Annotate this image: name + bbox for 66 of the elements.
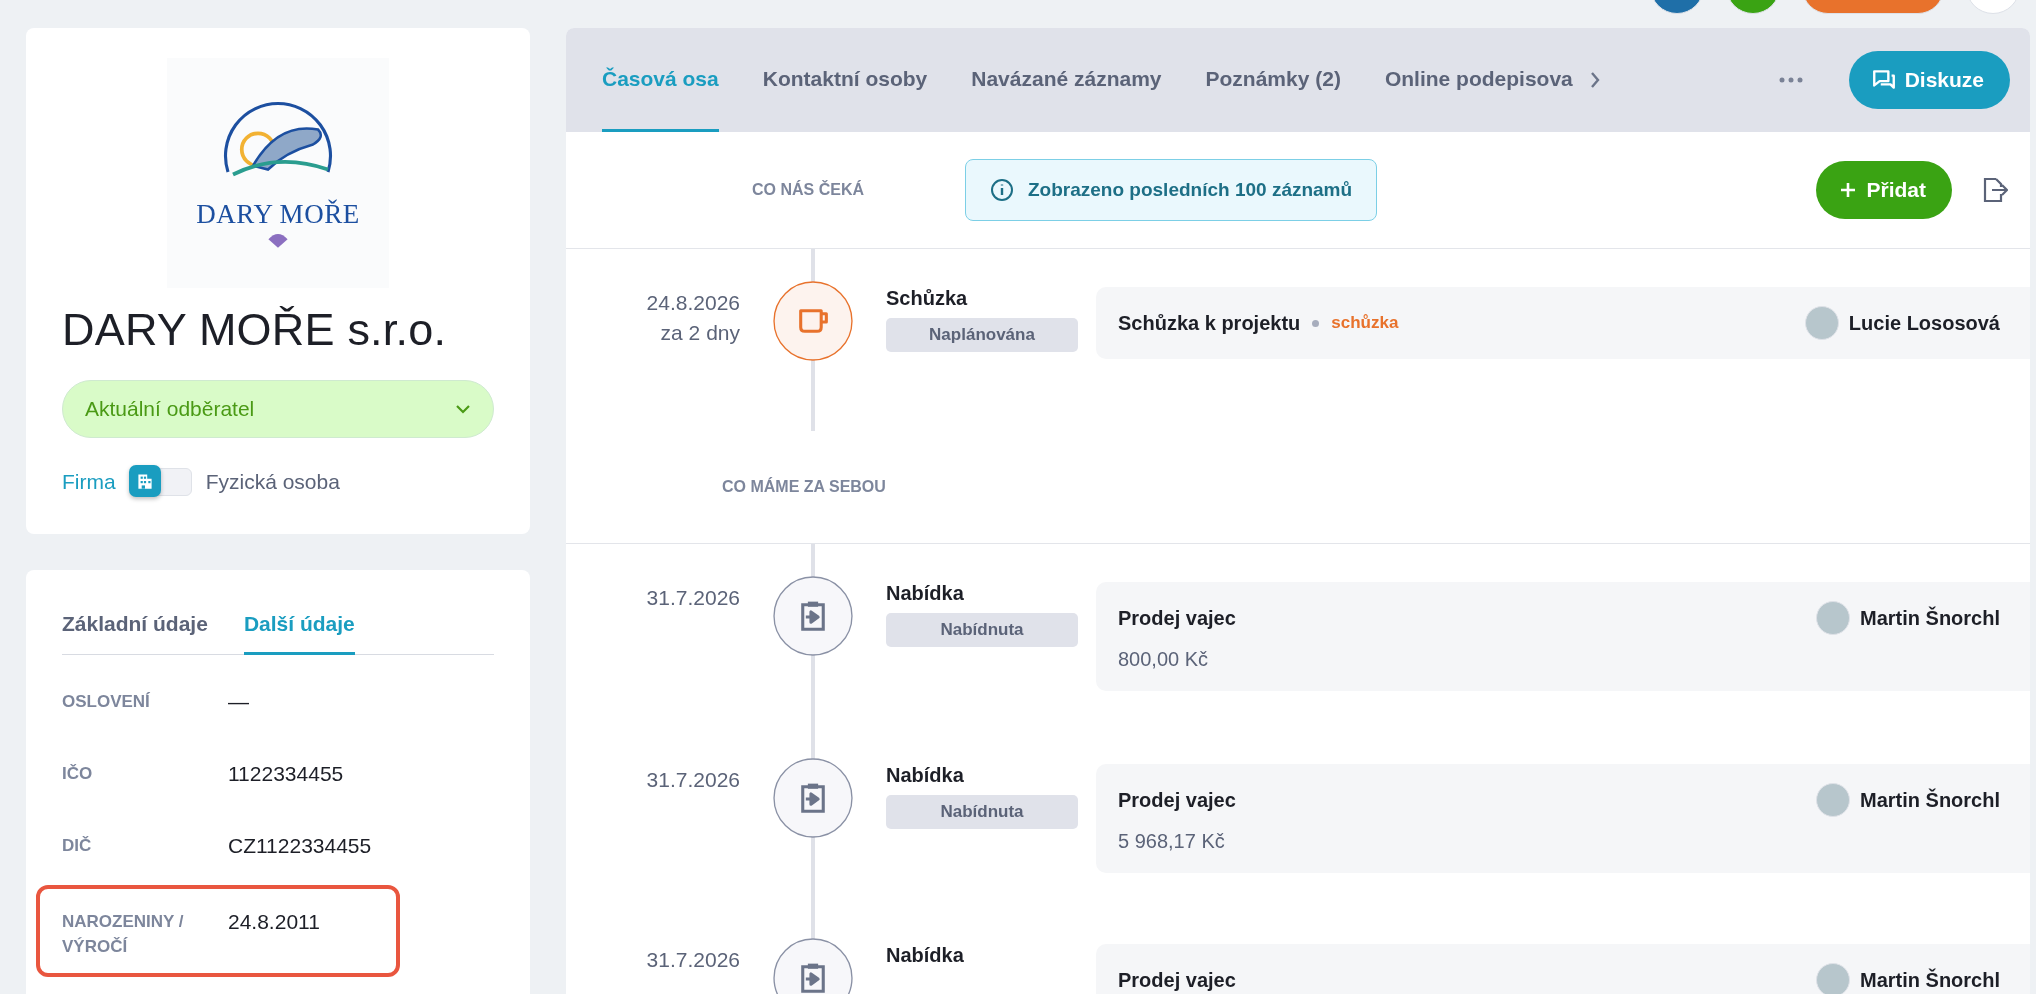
avatar-icon	[1816, 963, 1850, 994]
event-title: Schůzka k projektu	[1118, 311, 1301, 335]
clipboard-icon	[773, 576, 853, 656]
plus-icon	[1840, 182, 1857, 198]
info-icon	[990, 178, 1014, 202]
toggle-label[interactable]: Fyzická osoba	[205, 470, 340, 494]
field-value: 24.8.2011	[228, 909, 320, 935]
event-title: Prodej vajec	[1118, 968, 1236, 992]
field-value: —	[228, 689, 249, 714]
field-label: IČO	[62, 763, 94, 785]
clipboard-icon	[773, 758, 853, 838]
section-title: CO MÁME ZA SEBOU	[722, 478, 886, 496]
event-amount: 5 968,17 Kč	[1118, 830, 1226, 853]
chevron-right-icon[interactable]	[1588, 70, 1601, 90]
person-name: Martin Šnorchl	[1860, 788, 2000, 812]
event-title: Prodej vajec	[1118, 788, 1236, 812]
separator-dot	[1312, 319, 1320, 327]
chevron-down-icon	[455, 404, 471, 414]
event-type: Schůzka	[886, 287, 968, 310]
person-name: Martin Šnorchl	[1860, 968, 2000, 992]
company-name: DARY MOŘE s.r.o.	[62, 304, 448, 356]
status-badge: Nabídnuta	[886, 795, 1078, 829]
tab[interactable]: Časová osa	[602, 28, 719, 132]
event-type: Nabídka	[886, 582, 964, 605]
info-text: Zobrazeno posledních 100 záznamů	[1028, 179, 1353, 201]
details-tab[interactable]: Další údaje	[243, 598, 355, 655]
person-name: Lucie Lososová	[1848, 311, 2000, 335]
details-tab[interactable]: Základní údaje	[62, 598, 208, 655]
event-tag: schůzka	[1331, 313, 1399, 333]
event-title: Prodej vajec	[1118, 606, 1236, 630]
avatar-icon	[1816, 783, 1850, 817]
status-badge: Naplánována	[886, 318, 1078, 352]
relative-date: za 2 dny	[660, 321, 740, 345]
field-label: OSLOVENÍ	[62, 691, 151, 713]
discussion-button[interactable]: Diskuze	[1848, 51, 2010, 109]
tab[interactable]: Poznámky (2)	[1205, 28, 1341, 132]
field-value: 1122334455	[228, 761, 344, 786]
event-date: 31.7.2026	[646, 586, 740, 610]
more-icon[interactable]	[1778, 77, 1803, 83]
add-button[interactable]: Přidat	[1816, 161, 1952, 219]
company-logo: DARY MOŘE	[167, 58, 389, 288]
event-type: Nabídka	[886, 944, 964, 967]
event-date: 24.8.2026	[646, 291, 740, 315]
event-amount: 800,00 Kč	[1118, 648, 1210, 671]
event-card[interactable]: Prodej vajec Martin Šnorchl 5 968,17 Kč	[1096, 764, 2030, 873]
event-card[interactable]: Schůzka k projektu schůzka Lucie Lososová	[1096, 287, 2030, 359]
status-badge: Nabídnuta	[886, 613, 1078, 647]
event-card[interactable]: Prodej vajec Martin Šnorchl	[1096, 944, 2030, 994]
cup-icon	[773, 281, 853, 361]
toggle-label[interactable]: Firma	[62, 470, 116, 494]
section-title: CO NÁS ČEKÁ	[752, 181, 865, 199]
tab[interactable]: Online podepisova	[1384, 28, 1573, 132]
status-dropdown[interactable]: Aktuální odběratel	[62, 380, 494, 438]
event-date: 31.7.2026	[646, 768, 740, 792]
avatar-icon	[1804, 306, 1839, 340]
event-date: 31.7.2026	[646, 948, 740, 972]
event-card[interactable]: Prodej vajec Martin Šnorchl 800,00 Kč	[1096, 582, 2030, 691]
person-name: Martin Šnorchl	[1860, 606, 2000, 630]
tab[interactable]: Navázané záznamy	[971, 28, 1162, 132]
field-label: DIČ	[62, 835, 93, 857]
field-label: NAROZENINY / VÝROČÍ	[62, 911, 185, 958]
type-switch[interactable]	[129, 468, 192, 496]
tab[interactable]: Kontaktní osoby	[762, 28, 928, 132]
avatar-icon	[1816, 601, 1850, 635]
event-type: Nabídka	[886, 764, 964, 787]
field-value: CZ1122334455	[228, 833, 372, 858]
